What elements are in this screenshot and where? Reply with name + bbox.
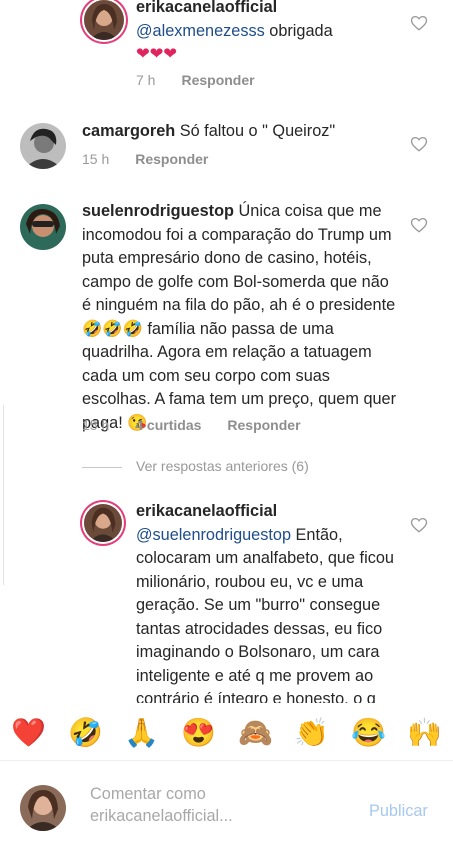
like-heart-icon[interactable] [410,516,428,534]
like-heart-icon[interactable] [410,135,428,153]
comment-body: Única coisa que me incomodou foi a compa… [82,202,397,432]
rofl-emoji[interactable]: 🤣 [68,716,103,750]
clapping-hands-emoji[interactable]: 👏 [294,716,329,750]
mention-link[interactable]: @alexmenezesss [136,22,265,40]
heart-eyes-emoji[interactable]: 😍 [181,716,216,750]
reply-button[interactable]: Responder [227,417,300,433]
like-heart-icon[interactable] [410,216,428,234]
comment-time: 15 h [82,417,110,433]
comment-username[interactable]: suelenrodriguestop [82,202,234,220]
comment-username[interactable]: camargoreh [82,122,175,140]
reply-button[interactable]: Responder [135,151,208,167]
comment-composer: Comentar como erikacanelaofficial... Pub… [0,760,453,842]
emoji-quick-bar: ❤️ 🤣 🙏 😍 🙈 👏 😂 🙌 [0,706,453,758]
comment-time: 7 h [136,72,156,88]
comment-time: 15 h [82,151,110,167]
comment-meta: 7 h Responder [136,72,281,88]
hearts-emoji: ❤❤❤ [136,45,177,63]
comment-meta: 15 h 4 curtidas Responder [82,417,327,433]
praying-hands-emoji[interactable]: 🙏 [124,716,159,750]
divider-line [82,466,122,468]
avatar[interactable] [20,123,66,169]
likes-count[interactable]: 4 curtidas [135,417,201,433]
mention-link[interactable]: @suelenrodriguestop [136,526,291,544]
tears-of-joy-emoji[interactable]: 😂 [351,716,386,750]
comment-username[interactable]: erikacanelaofficial [136,0,277,16]
comment-text: camargoreh Só faltou o " Queiroz" [82,120,402,144]
view-previous-replies[interactable]: Ver respostas anteriores (6) [82,458,309,474]
comment-text: erikacanelaofficial @alexmenezesss obriga… [136,0,406,67]
like-heart-icon[interactable] [410,14,428,32]
avatar [20,785,66,831]
reply-button[interactable]: Responder [181,72,254,88]
comment-body: obrigada [264,21,333,40]
avatar[interactable] [84,504,122,542]
comment-username[interactable]: erikacanelaofficial [136,502,277,520]
see-no-evil-monkey-emoji[interactable]: 🙈 [238,716,273,750]
avatar[interactable] [84,0,124,40]
raising-hands-emoji[interactable]: 🙌 [407,716,442,750]
comment-input[interactable]: Comentar como erikacanelaofficial... [90,783,233,827]
comment-text: suelenrodriguestop Única coisa que me in… [82,200,402,435]
red-heart-emoji[interactable]: ❤️ [11,716,46,750]
publish-button[interactable]: Publicar [369,802,428,821]
comment-meta: 15 h Responder [82,151,234,167]
comment-body: Só faltou o " Queiroz" [175,122,336,140]
scroll-indicator [0,405,4,585]
comment-body: Então, colocaram um analfabeto, que fico… [136,525,394,704]
avatar[interactable] [20,204,66,250]
comment-text: erikacanelaofficial @suelenrodriguestop E… [136,500,398,703]
view-replies-label: Ver respostas anteriores (6) [136,458,309,474]
